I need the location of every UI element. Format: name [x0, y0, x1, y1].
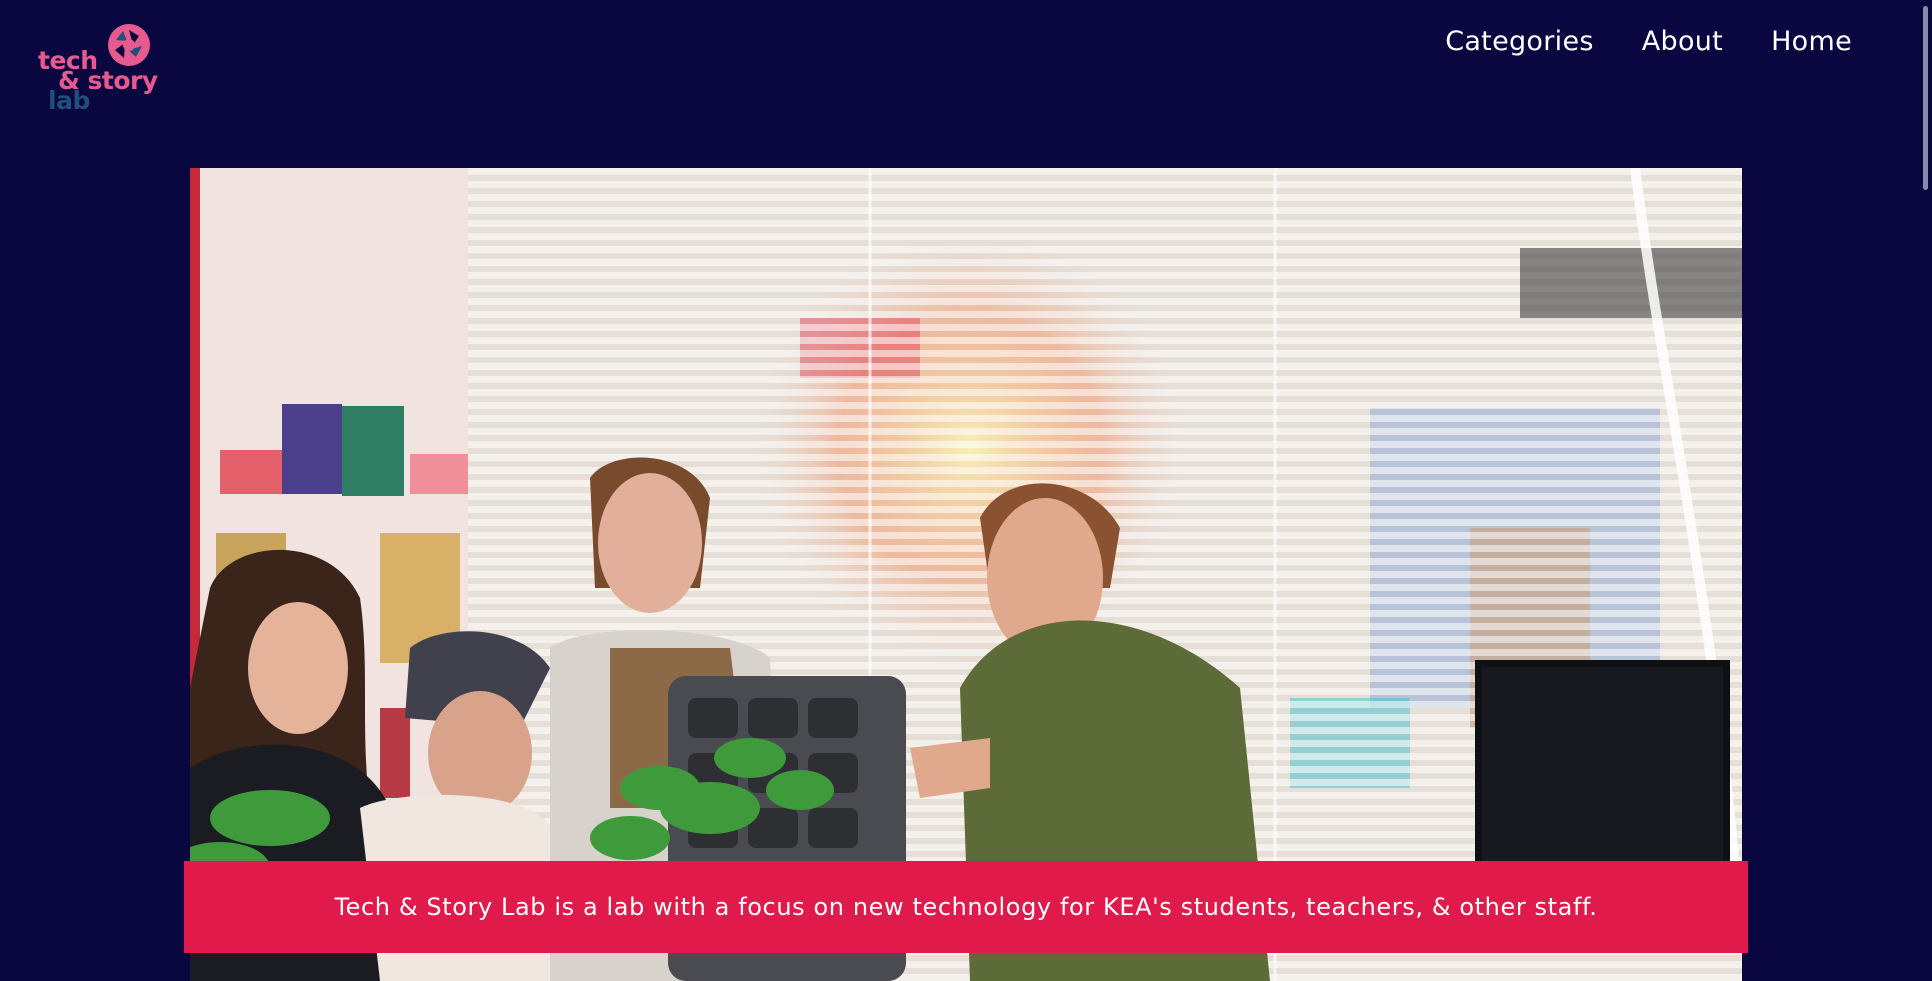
hero-image: [190, 168, 1742, 981]
vertical-scrollbar[interactable]: [1918, 0, 1932, 981]
logo[interactable]: tech & story lab: [38, 20, 168, 116]
intro-banner-text: Tech & Story Lab is a lab with a focus o…: [334, 893, 1598, 921]
nav-link-about[interactable]: About: [1642, 26, 1723, 57]
main-nav: Categories About Home: [1445, 26, 1852, 57]
hero-photo: [190, 168, 1742, 981]
nav-link-categories[interactable]: Categories: [1445, 26, 1594, 57]
nav-link-home[interactable]: Home: [1771, 26, 1852, 57]
intro-banner: Tech & Story Lab is a lab with a focus o…: [184, 861, 1748, 953]
logo-line-lab: lab: [48, 86, 90, 115]
aperture-icon: [108, 24, 150, 66]
page: tech & story lab Categories About Home T…: [0, 0, 1932, 981]
scrollbar-thumb[interactable]: [1923, 6, 1928, 190]
